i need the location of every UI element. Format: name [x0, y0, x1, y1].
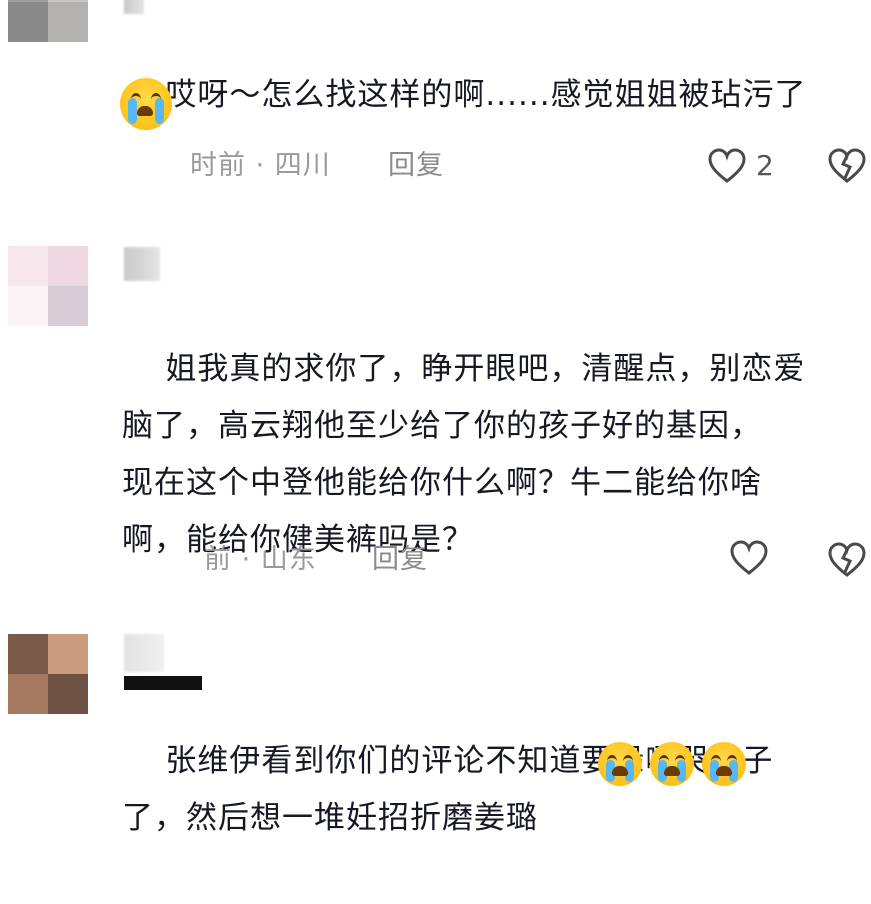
like-count: 2 [756, 149, 774, 182]
broken-heart-icon [828, 542, 866, 577]
time-text: 时前 [190, 150, 246, 181]
comment-text-content: 哎呀～怎么找这样的啊......感觉姐姐被玷污了 [165, 77, 807, 113]
location-text: 山东 [260, 544, 317, 575]
avatar[interactable] [8, 634, 88, 714]
comment-time: 时前 · 四川 [190, 150, 331, 181]
comment-text: 张维伊看到你们的评论不知道要躲哪哭鼻子 了，然后想一堆妊招折磨姜璐 [122, 676, 862, 904]
heart-icon [730, 540, 768, 575]
like-button[interactable]: 2 [708, 146, 774, 186]
reply-button[interactable]: 回复 [372, 540, 428, 580]
like-button[interactable] [730, 540, 778, 576]
crying-emoji [120, 78, 172, 130]
comment-time: 前 · 山东 [204, 544, 317, 575]
crying-emoji [598, 742, 642, 786]
crying-emoji-group [598, 742, 746, 786]
heart-icon [708, 148, 746, 183]
reply-button[interactable]: 回复 [388, 146, 444, 186]
comment-meta: 时前 · 四川 回复 2 [120, 146, 866, 186]
avatar[interactable] [8, 246, 88, 326]
dislike-button[interactable] [828, 148, 866, 184]
crying-emoji [650, 742, 694, 786]
username[interactable] [124, 634, 164, 672]
crying-emoji [702, 742, 746, 786]
username[interactable] [124, 247, 160, 281]
broken-heart-icon [828, 148, 866, 183]
comment-meta: 前 · 山东 回复 [120, 540, 866, 580]
comment-text-content: 姐我真的求你了，睁开眼吧，清醒点，别恋爱 脑了，高云翔他至少给了你的孩子好的基因… [122, 351, 806, 558]
location-text: 四川 [274, 150, 331, 181]
time-text: 前 [204, 544, 232, 575]
avatar[interactable] [8, 0, 88, 42]
dislike-button[interactable] [828, 542, 866, 578]
